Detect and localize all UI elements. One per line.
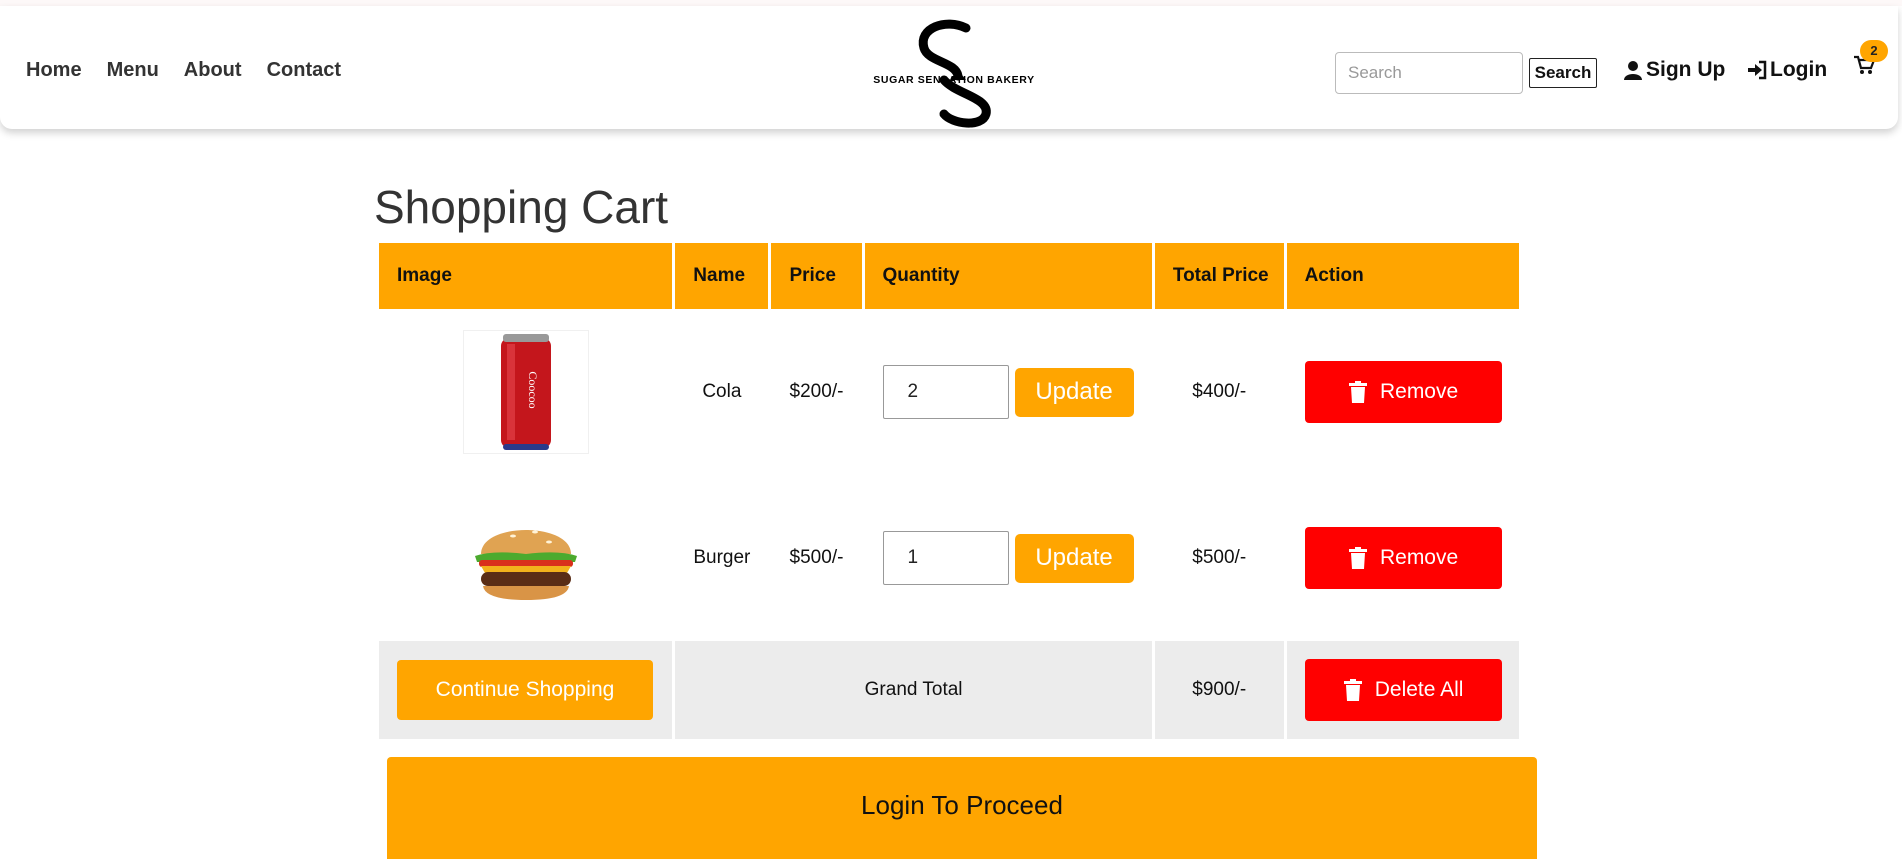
cart-table: Image Name Price Quantity Total Price Ac… — [376, 243, 1522, 739]
nav-home-link[interactable]: Home — [26, 59, 82, 82]
quantity-input[interactable] — [882, 365, 1009, 419]
login-to-proceed-button[interactable]: Login To Proceed — [387, 757, 1537, 859]
continue-shopping-button[interactable]: Continue Shopping — [397, 660, 653, 720]
update-button[interactable]: Update — [1014, 533, 1134, 583]
product-name: Burger — [693, 547, 751, 568]
trash-icon — [1348, 381, 1367, 403]
header-action: Action — [1286, 243, 1519, 309]
user-icon — [1624, 61, 1642, 80]
table-row: Burger $500/- Update $500/- Remove — [379, 475, 1519, 641]
search-input[interactable] — [1335, 52, 1523, 94]
logo-mark — [918, 19, 991, 128]
product-image-cell — [379, 475, 672, 641]
header-image: Image — [379, 243, 673, 309]
delete-all-label: Delete All — [1374, 678, 1464, 701]
quantity-cell: Update — [865, 309, 1152, 475]
nav-contact-link[interactable]: Contact — [267, 59, 341, 82]
header-price: Price — [771, 243, 862, 309]
continue-cell: Continue Shopping — [379, 641, 673, 739]
sign-in-icon — [1748, 60, 1767, 80]
signup-link[interactable]: Sign Up — [1623, 58, 1725, 82]
signup-label: Sign Up — [1646, 58, 1726, 81]
trash-icon — [1348, 547, 1367, 569]
nav-about-link[interactable]: About — [184, 59, 242, 82]
product-name: Cola — [702, 381, 742, 402]
table-header-row: Image Name Price Quantity Total Price Ac… — [379, 243, 1519, 309]
header-total-price: Total Price — [1154, 243, 1284, 309]
remove-button[interactable]: Remove — [1304, 361, 1502, 423]
main-nav: Home Menu About Contact — [26, 59, 341, 82]
action-cell: Remove — [1287, 309, 1519, 475]
product-total-price: $400/- — [1192, 381, 1247, 402]
grand-total-row: Continue Shopping Grand Total $900/- Del… — [379, 641, 1519, 739]
product-price: $500/- — [789, 547, 844, 568]
quantity-form: Update — [882, 365, 1152, 419]
delete-all-cell: Delete All — [1286, 641, 1519, 739]
nav-menu-link[interactable]: Menu — [107, 59, 159, 82]
remove-label: Remove — [1379, 380, 1459, 403]
header-name: Name — [675, 243, 769, 309]
quantity-cell: Update — [865, 475, 1152, 641]
product-price: $200/- — [789, 381, 844, 402]
quantity-form: Update — [882, 531, 1152, 585]
page-title: Shopping Cart — [374, 181, 669, 233]
header-quantity: Quantity — [864, 243, 1152, 309]
update-button[interactable]: Update — [1014, 367, 1134, 417]
site-logo[interactable]: SUGAR SENSATION BAKERY — [866, 18, 1042, 128]
svg-text:Coocoo: Coocoo — [526, 371, 540, 408]
cart-count-badge: 2 — [1860, 40, 1888, 62]
remove-label: Remove — [1379, 546, 1459, 569]
site-header: Home Menu About Contact SUGAR SENSATION … — [0, 6, 1898, 129]
quantity-input[interactable] — [882, 531, 1009, 585]
trash-icon — [1343, 679, 1362, 701]
action-cell: Remove — [1287, 475, 1519, 641]
burger-image — [474, 530, 577, 600]
delete-all-button[interactable]: Delete All — [1304, 659, 1502, 721]
grand-total-value: $900/- — [1154, 641, 1284, 739]
logo-text: SUGAR SENSATION BAKERY — [873, 74, 1035, 86]
cola-can-image: Coocoo — [462, 330, 589, 454]
grand-total-label: Grand Total — [675, 641, 1152, 739]
login-label: Login — [1770, 58, 1828, 81]
product-image-cell: Coocoo — [379, 309, 672, 475]
remove-button[interactable]: Remove — [1304, 527, 1502, 589]
product-total-price: $500/- — [1192, 547, 1247, 568]
search-button[interactable]: Search — [1529, 58, 1597, 88]
table-row: Coocoo Cola $200/- Update $400/- — [379, 309, 1519, 475]
login-link[interactable]: Login — [1747, 58, 1827, 82]
